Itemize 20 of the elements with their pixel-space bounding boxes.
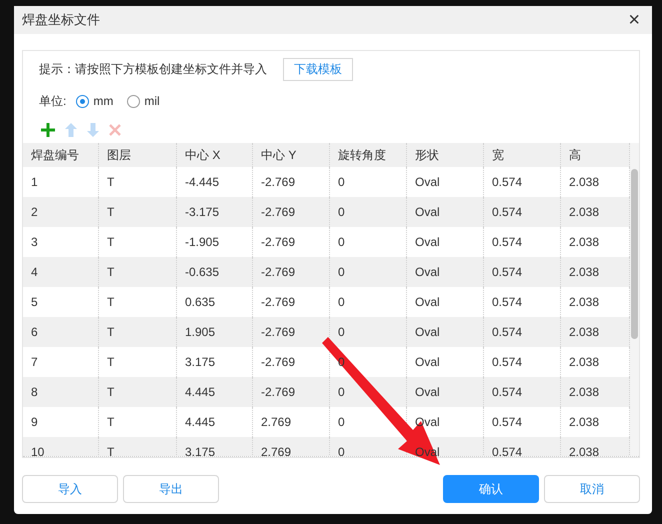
dialog-button[interactable]: 导出 xyxy=(123,475,219,503)
table-cell: 3.175 xyxy=(177,437,253,456)
table-cell: 10 xyxy=(23,437,99,456)
radio-label: mm xyxy=(93,93,114,110)
table-cell: 2.769 xyxy=(253,437,330,456)
table-cell: T xyxy=(99,437,177,456)
table-cell: 0.574 xyxy=(484,437,561,456)
window-title: 焊盘坐标文件 xyxy=(22,11,100,30)
add-icon[interactable] xyxy=(41,123,55,137)
hint-text: 提示：请按照下方模板创建坐标文件并导入 xyxy=(39,61,267,78)
close-button[interactable]: × xyxy=(624,10,644,30)
dialog-button[interactable]: 取消 xyxy=(544,475,640,503)
scrollbar-thumb[interactable] xyxy=(631,169,638,339)
confirm-button[interactable]: 确认 xyxy=(443,475,539,503)
unit-label: 单位: xyxy=(39,93,66,110)
radio-button[interactable] xyxy=(127,94,140,108)
radio-label: mil xyxy=(144,93,160,110)
dialog-button[interactable]: 导入 xyxy=(22,475,118,503)
download-template-button[interactable]: 下载模板 xyxy=(283,58,353,80)
radio-button[interactable] xyxy=(76,94,90,108)
